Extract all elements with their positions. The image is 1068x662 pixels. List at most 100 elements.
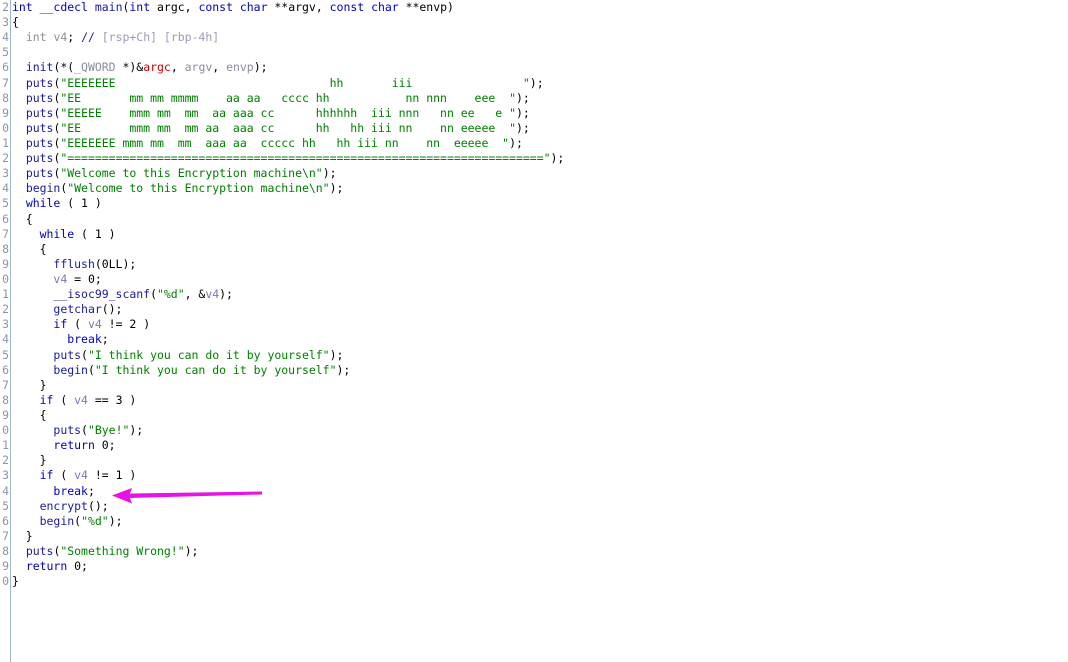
line-number: 2 [2,151,9,166]
code-token: 0 [101,438,109,453]
code-token: puts [53,347,82,362]
line-inner-while-open[interactable]: { [12,242,1068,257]
line-v4-zero[interactable]: v4 = 0; [12,272,1068,287]
line-if-eq-3-open[interactable]: { [12,408,1068,423]
code-token: puts [25,105,54,120]
line-begin-ithink[interactable]: begin("I think you can do it by yourself… [12,363,1068,378]
line-number: 4 [2,332,9,347]
line-return-0-outer[interactable]: return 0; [12,559,1068,574]
line-decl-v4[interactable]: int v4; // [rsp+Ch] [rbp-4h] [12,30,1068,45]
line-fflush[interactable]: fflush(0LL); [12,257,1068,272]
code-token: "EE mm mm mmmm aa aa cccc hh nn nnn eee … [60,90,516,105]
pseudocode-decompiler-view[interactable]: 234567890123456789012345678901234567890 … [0,0,1068,662]
code-token: puts [25,135,54,150]
line-number: 8 [2,392,9,407]
line-inner-while[interactable]: while ( 1 ) [12,227,1068,242]
code-token: ; [108,438,116,453]
line-if-ne-1[interactable]: if ( v4 != 1 ) [12,468,1068,483]
line-separator[interactable]: puts("==================================… [12,151,1068,166]
line-outer-while-close[interactable]: } [12,529,1068,544]
line-if-ne-2[interactable]: if ( v4 != 2 ) [12,317,1068,332]
code-token: return [53,438,102,453]
code-token: ) [122,468,137,483]
code-token: main [94,0,123,14]
code-token: ); [515,90,530,105]
code-token: ; [101,332,109,347]
line-number: 2 [2,0,9,14]
code-token: init [25,60,54,75]
line-number: 3 [2,317,9,332]
line-number: 2 [2,302,9,317]
code-token: puts [25,166,54,181]
line-puts-welcome[interactable]: puts("Welcome to this Encryption machine… [12,166,1068,181]
code-token: (); [87,498,109,513]
code-token: while [39,226,82,241]
code-token: begin [25,181,61,196]
line-number: 9 [2,105,9,120]
line-encrypt-call[interactable]: encrypt(); [12,499,1068,514]
code-token: int [12,0,40,14]
code-token: encrypt [39,498,88,513]
code-token: ( [94,256,102,271]
code-token: 1 [81,196,88,211]
line-puts-bye[interactable]: puts("Bye!"); [12,423,1068,438]
code-token: ( [60,468,75,483]
code-token: { [12,15,19,30]
line-getchar[interactable]: getchar(); [12,302,1068,317]
line-number: 6 [2,513,9,528]
code-token: == [87,392,116,407]
line-if-eq-3[interactable]: if ( v4 == 3 ) [12,393,1068,408]
line-inner-while-close[interactable]: } [12,378,1068,393]
line-banner-5[interactable]: puts("EEEEEEE mmm mm mm aaa aa ccccc hh … [12,136,1068,151]
line-banner-4[interactable]: puts("EE mmm mm mm aa aaa cc hh hh iii n… [12,121,1068,136]
code-token: int [129,0,158,14]
line-blank-1[interactable] [12,45,1068,60]
line-if-eq-3-close[interactable]: } [12,453,1068,468]
line-puts-ithink[interactable]: puts("I think you can do it by yourself"… [12,348,1068,363]
line-return-0-inner[interactable]: return 0; [12,438,1068,453]
code-token: while [25,196,68,211]
code-token: ); [515,105,530,120]
line-scanf[interactable]: __isoc99_scanf("%d", &v4); [12,287,1068,302]
line-break-2[interactable]: break; [12,484,1068,499]
code-token: fflush [53,256,95,271]
line-puts-wrong[interactable]: puts("Something Wrong!"); [12,544,1068,559]
line-open-brace[interactable]: { [12,15,1068,30]
pseudocode-code-area[interactable]: int __cdecl main (int argc, const char **… [12,0,1068,662]
line-number: 7 [2,377,9,392]
line-init-call[interactable]: init(*(_QWORD *)&argc, argv, envp); [12,60,1068,75]
line-banner-3[interactable]: puts("EEEEE mmm mm mm aa aaa cc hhhhhh i… [12,106,1068,121]
line-break-1[interactable]: break; [12,332,1068,347]
code-token: "=======================================… [60,151,551,166]
line-begin-pct-d[interactable]: begin("%d"); [12,514,1068,529]
line-number: 2 [2,453,9,468]
line-number: 5 [2,196,9,211]
line-outer-while[interactable]: while ( 1 ) [12,196,1068,211]
line-number: 4 [2,483,9,498]
code-token: ; [87,483,95,498]
code-token: ) [447,0,454,14]
code-token: ); [108,513,123,528]
line-outer-while-open[interactable]: { [12,212,1068,227]
code-token: = [67,271,88,286]
line-close-brace[interactable]: } [12,574,1068,589]
line-banner-2[interactable]: puts("EE mm mm mmmm aa aa cccc hh nn nnn… [12,91,1068,106]
line-begin-welcome[interactable]: begin("Welcome to this Encryption machin… [12,181,1068,196]
code-token: v4 [74,468,88,483]
code-token: ( [87,362,95,377]
code-token: "%d" [81,513,109,528]
code-token: ); [529,75,544,90]
code-token: != [87,468,116,483]
line-signature[interactable]: int __cdecl main(int argc, const char **… [12,0,1068,15]
line-banner-1[interactable]: puts("EEEEEEE hh iii "); [12,76,1068,91]
code-token: v4 [205,287,220,302]
line-number: 0 [2,574,9,589]
